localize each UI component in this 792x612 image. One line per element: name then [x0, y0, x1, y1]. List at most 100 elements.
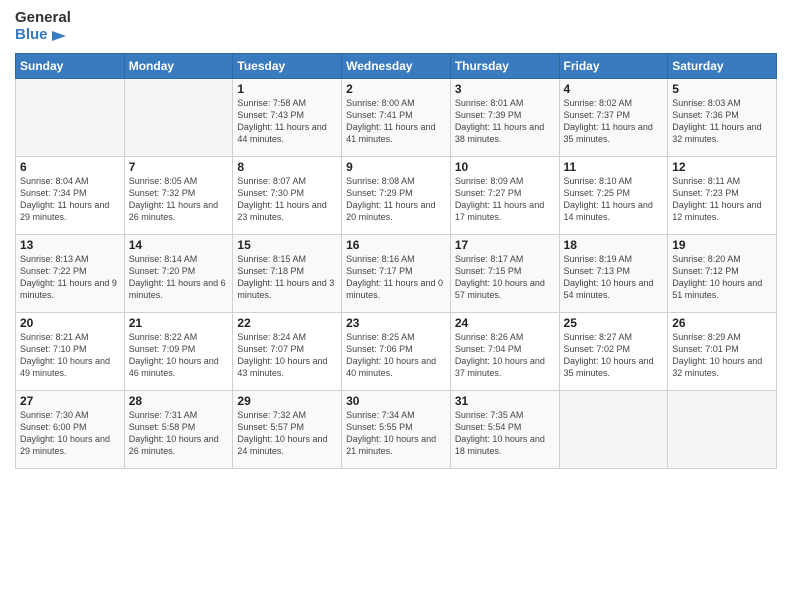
- logo-general: General: [15, 10, 71, 27]
- header-cell-saturday: Saturday: [668, 53, 777, 78]
- day-info: Sunrise: 8:13 AMSunset: 7:22 PMDaylight:…: [20, 253, 120, 302]
- day-number: 7: [129, 160, 229, 174]
- day-cell: 24Sunrise: 8:26 AMSunset: 7:04 PMDayligh…: [450, 312, 559, 390]
- day-cell: 25Sunrise: 8:27 AMSunset: 7:02 PMDayligh…: [559, 312, 668, 390]
- day-info: Sunrise: 8:21 AMSunset: 7:10 PMDaylight:…: [20, 331, 120, 380]
- day-info: Sunrise: 8:07 AMSunset: 7:30 PMDaylight:…: [237, 175, 337, 224]
- day-cell: 15Sunrise: 8:15 AMSunset: 7:18 PMDayligh…: [233, 234, 342, 312]
- day-number: 16: [346, 238, 446, 252]
- day-cell: 29Sunrise: 7:32 AMSunset: 5:57 PMDayligh…: [233, 390, 342, 468]
- day-cell: 21Sunrise: 8:22 AMSunset: 7:09 PMDayligh…: [124, 312, 233, 390]
- header-cell-monday: Monday: [124, 53, 233, 78]
- day-number: 22: [237, 316, 337, 330]
- header-cell-sunday: Sunday: [16, 53, 125, 78]
- day-number: 13: [20, 238, 120, 252]
- week-row-3: 20Sunrise: 8:21 AMSunset: 7:10 PMDayligh…: [16, 312, 777, 390]
- day-number: 5: [672, 82, 772, 96]
- day-number: 18: [564, 238, 664, 252]
- day-info: Sunrise: 8:00 AMSunset: 7:41 PMDaylight:…: [346, 97, 446, 146]
- day-cell: 10Sunrise: 8:09 AMSunset: 7:27 PMDayligh…: [450, 156, 559, 234]
- day-info: Sunrise: 8:02 AMSunset: 7:37 PMDaylight:…: [564, 97, 664, 146]
- day-number: 29: [237, 394, 337, 408]
- day-info: Sunrise: 8:15 AMSunset: 7:18 PMDaylight:…: [237, 253, 337, 302]
- day-info: Sunrise: 8:09 AMSunset: 7:27 PMDaylight:…: [455, 175, 555, 224]
- day-info: Sunrise: 8:10 AMSunset: 7:25 PMDaylight:…: [564, 175, 664, 224]
- day-info: Sunrise: 7:58 AMSunset: 7:43 PMDaylight:…: [237, 97, 337, 146]
- header-cell-friday: Friday: [559, 53, 668, 78]
- week-row-0: 1Sunrise: 7:58 AMSunset: 7:43 PMDaylight…: [16, 78, 777, 156]
- day-info: Sunrise: 7:35 AMSunset: 5:54 PMDaylight:…: [455, 409, 555, 458]
- day-cell: 11Sunrise: 8:10 AMSunset: 7:25 PMDayligh…: [559, 156, 668, 234]
- day-cell: 6Sunrise: 8:04 AMSunset: 7:34 PMDaylight…: [16, 156, 125, 234]
- header-cell-thursday: Thursday: [450, 53, 559, 78]
- day-number: 10: [455, 160, 555, 174]
- day-cell: 5Sunrise: 8:03 AMSunset: 7:36 PMDaylight…: [668, 78, 777, 156]
- day-cell: 7Sunrise: 8:05 AMSunset: 7:32 PMDaylight…: [124, 156, 233, 234]
- day-cell: 22Sunrise: 8:24 AMSunset: 7:07 PMDayligh…: [233, 312, 342, 390]
- day-number: 31: [455, 394, 555, 408]
- day-info: Sunrise: 8:05 AMSunset: 7:32 PMDaylight:…: [129, 175, 229, 224]
- day-info: Sunrise: 8:29 AMSunset: 7:01 PMDaylight:…: [672, 331, 772, 380]
- day-cell: 13Sunrise: 8:13 AMSunset: 7:22 PMDayligh…: [16, 234, 125, 312]
- day-number: 2: [346, 82, 446, 96]
- day-cell: 27Sunrise: 7:30 AMSunset: 6:00 PMDayligh…: [16, 390, 125, 468]
- day-info: Sunrise: 7:30 AMSunset: 6:00 PMDaylight:…: [20, 409, 120, 458]
- day-number: 14: [129, 238, 229, 252]
- calendar-table: SundayMondayTuesdayWednesdayThursdayFrid…: [15, 53, 777, 469]
- day-number: 24: [455, 316, 555, 330]
- logo-blue: Blue: [15, 27, 48, 44]
- day-cell: 9Sunrise: 8:08 AMSunset: 7:29 PMDaylight…: [342, 156, 451, 234]
- day-cell: 23Sunrise: 8:25 AMSunset: 7:06 PMDayligh…: [342, 312, 451, 390]
- day-number: 4: [564, 82, 664, 96]
- day-cell: 28Sunrise: 7:31 AMSunset: 5:58 PMDayligh…: [124, 390, 233, 468]
- day-number: 30: [346, 394, 446, 408]
- day-cell: 30Sunrise: 7:34 AMSunset: 5:55 PMDayligh…: [342, 390, 451, 468]
- day-info: Sunrise: 7:34 AMSunset: 5:55 PMDaylight:…: [346, 409, 446, 458]
- day-number: 25: [564, 316, 664, 330]
- calendar-body: 1Sunrise: 7:58 AMSunset: 7:43 PMDaylight…: [16, 78, 777, 468]
- day-info: Sunrise: 8:19 AMSunset: 7:13 PMDaylight:…: [564, 253, 664, 302]
- day-cell: 8Sunrise: 8:07 AMSunset: 7:30 PMDaylight…: [233, 156, 342, 234]
- logo: General Blue: [15, 10, 71, 45]
- calendar-page: General Blue SundayMondayTuesdayWednesda…: [0, 0, 792, 612]
- day-info: Sunrise: 7:32 AMSunset: 5:57 PMDaylight:…: [237, 409, 337, 458]
- day-info: Sunrise: 8:11 AMSunset: 7:23 PMDaylight:…: [672, 175, 772, 224]
- day-info: Sunrise: 8:22 AMSunset: 7:09 PMDaylight:…: [129, 331, 229, 380]
- day-number: 3: [455, 82, 555, 96]
- week-row-4: 27Sunrise: 7:30 AMSunset: 6:00 PMDayligh…: [16, 390, 777, 468]
- day-number: 12: [672, 160, 772, 174]
- day-cell: 16Sunrise: 8:16 AMSunset: 7:17 PMDayligh…: [342, 234, 451, 312]
- day-info: Sunrise: 8:25 AMSunset: 7:06 PMDaylight:…: [346, 331, 446, 380]
- day-cell: 12Sunrise: 8:11 AMSunset: 7:23 PMDayligh…: [668, 156, 777, 234]
- day-number: 11: [564, 160, 664, 174]
- day-number: 8: [237, 160, 337, 174]
- day-info: Sunrise: 8:27 AMSunset: 7:02 PMDaylight:…: [564, 331, 664, 380]
- day-info: Sunrise: 8:03 AMSunset: 7:36 PMDaylight:…: [672, 97, 772, 146]
- day-info: Sunrise: 8:16 AMSunset: 7:17 PMDaylight:…: [346, 253, 446, 302]
- day-cell: 2Sunrise: 8:00 AMSunset: 7:41 PMDaylight…: [342, 78, 451, 156]
- day-number: 9: [346, 160, 446, 174]
- day-info: Sunrise: 8:01 AMSunset: 7:39 PMDaylight:…: [455, 97, 555, 146]
- day-info: Sunrise: 8:17 AMSunset: 7:15 PMDaylight:…: [455, 253, 555, 302]
- day-number: 20: [20, 316, 120, 330]
- day-number: 21: [129, 316, 229, 330]
- header-cell-wednesday: Wednesday: [342, 53, 451, 78]
- day-number: 27: [20, 394, 120, 408]
- logo-arrow-icon: [48, 27, 66, 45]
- day-number: 6: [20, 160, 120, 174]
- day-cell: 3Sunrise: 8:01 AMSunset: 7:39 PMDaylight…: [450, 78, 559, 156]
- day-cell: 19Sunrise: 8:20 AMSunset: 7:12 PMDayligh…: [668, 234, 777, 312]
- day-number: 28: [129, 394, 229, 408]
- day-cell: 18Sunrise: 8:19 AMSunset: 7:13 PMDayligh…: [559, 234, 668, 312]
- day-cell: [124, 78, 233, 156]
- week-row-1: 6Sunrise: 8:04 AMSunset: 7:34 PMDaylight…: [16, 156, 777, 234]
- header-cell-tuesday: Tuesday: [233, 53, 342, 78]
- header-row: SundayMondayTuesdayWednesdayThursdayFrid…: [16, 53, 777, 78]
- day-cell: 17Sunrise: 8:17 AMSunset: 7:15 PMDayligh…: [450, 234, 559, 312]
- day-cell: 31Sunrise: 7:35 AMSunset: 5:54 PMDayligh…: [450, 390, 559, 468]
- day-cell: [668, 390, 777, 468]
- day-info: Sunrise: 7:31 AMSunset: 5:58 PMDaylight:…: [129, 409, 229, 458]
- day-info: Sunrise: 8:04 AMSunset: 7:34 PMDaylight:…: [20, 175, 120, 224]
- calendar-header: SundayMondayTuesdayWednesdayThursdayFrid…: [16, 53, 777, 78]
- day-cell: 20Sunrise: 8:21 AMSunset: 7:10 PMDayligh…: [16, 312, 125, 390]
